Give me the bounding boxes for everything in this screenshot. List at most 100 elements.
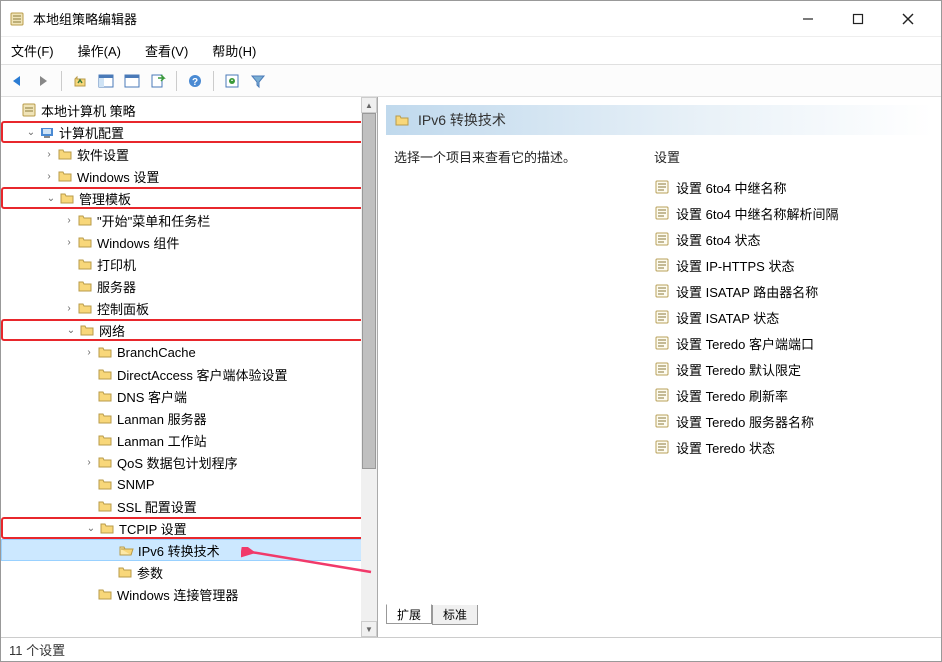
chevron-down-icon[interactable] [5,102,21,118]
folder-icon [97,410,113,426]
tree-label: 控制面板 [97,299,149,318]
policy-setting-icon [654,205,670,221]
menu-file[interactable]: 文件(F) [5,39,60,62]
tree-control-panel[interactable]: › 控制面板 [1,297,377,319]
tree-directaccess[interactable]: DirectAccess 客户端体验设置 [1,363,377,385]
chevron-right-icon[interactable]: › [81,344,97,360]
tree-params[interactable]: 参数 [1,561,377,583]
tab-standard[interactable]: 标准 [432,605,478,625]
setting-item-label: 设置 6to4 中继名称解析间隔 [676,204,839,223]
setting-item[interactable]: 设置 6to4 状态 [654,226,925,252]
setting-item[interactable]: 设置 Teredo 默认限定 [654,356,925,382]
tree-scrollbar[interactable]: ▲ ▼ [361,97,377,637]
tree-windows-components[interactable]: › Windows 组件 [1,231,377,253]
policy-setting-icon [654,413,670,429]
folder-icon [77,256,93,272]
properties-button[interactable] [120,69,144,93]
tree-ipv6-transition[interactable]: IPv6 转换技术 [1,539,377,561]
tree-ssl[interactable]: SSL 配置设置 [1,495,377,517]
tree-branchcache[interactable]: › BranchCache [1,341,377,363]
chevron-right-icon[interactable]: › [61,300,77,316]
chevron-down-icon[interactable]: ⌄ [43,190,59,206]
policy-setting-icon [654,335,670,351]
back-button[interactable] [5,69,29,93]
filter-button[interactable] [246,69,270,93]
tree-label: 服务器 [97,277,136,296]
setting-item-label: 设置 IP-HTTPS 状态 [676,256,794,275]
export-list-button[interactable] [146,69,170,93]
tree-start-menu[interactable]: › "开始"菜单和任务栏 [1,209,377,231]
tree-label: DirectAccess 客户端体验设置 [117,365,287,384]
setting-item[interactable]: 设置 6to4 中继名称解析间隔 [654,200,925,226]
chevron-right-icon[interactable]: › [81,454,97,470]
tree-label: Lanman 服务器 [117,409,207,428]
folder-icon [97,586,113,602]
help-button[interactable]: ? [183,69,207,93]
chevron-down-icon[interactable]: ⌄ [23,124,39,140]
chevron-right-icon[interactable]: › [41,168,57,184]
menu-help[interactable]: 帮助(H) [206,39,262,62]
chevron-down-icon[interactable]: ⌄ [63,322,79,338]
setting-item-label: 设置 ISATAP 路由器名称 [676,282,818,301]
folder-icon [97,476,113,492]
tree-dns-client[interactable]: DNS 客户端 [1,385,377,407]
setting-item[interactable]: 设置 ISATAP 状态 [654,304,925,330]
setting-item[interactable]: 设置 6to4 中继名称 [654,174,925,200]
chevron-right-icon[interactable]: › [61,234,77,250]
chevron-down-icon[interactable]: ⌄ [83,520,99,536]
forward-button[interactable] [31,69,55,93]
chevron-right-icon[interactable]: › [61,212,77,228]
tree-network[interactable]: ⌄ 网络 [1,319,377,341]
minimize-button[interactable] [783,4,833,34]
maximize-button[interactable] [833,4,883,34]
tree-lanman-server[interactable]: Lanman 服务器 [1,407,377,429]
tree-windows-settings[interactable]: › Windows 设置 [1,165,377,187]
folder-open-icon [118,542,134,558]
setting-item[interactable]: 设置 ISATAP 路由器名称 [654,278,925,304]
tree-label: Windows 设置 [77,167,159,186]
titlebar: 本地组策略编辑器 [1,1,941,37]
scroll-thumb[interactable] [362,113,376,469]
tree-label: 打印机 [97,255,136,274]
close-button[interactable] [883,4,933,34]
tree-admin-templates[interactable]: ⌄ 管理模板 [1,187,377,209]
chevron-right-icon[interactable]: › [41,146,57,162]
tab-extended[interactable]: 扩展 [386,604,432,624]
scroll-down-button[interactable]: ▼ [361,621,377,637]
description-text: 选择一个项目来查看它的描述。 [394,150,576,165]
tree-panel[interactable]: 本地计算机 策略 ⌄ 计算机配置 › 软件设置 › Windows 设置 ⌄ 管… [1,97,378,637]
tree-label: Windows 组件 [97,233,179,252]
tree-printer[interactable]: 打印机 [1,253,377,275]
tree-snmp[interactable]: SNMP [1,473,377,495]
setting-item[interactable]: 设置 Teredo 状态 [654,434,925,460]
setting-item[interactable]: 设置 IP-HTTPS 状态 [654,252,925,278]
policysettings-button[interactable] [220,69,244,93]
folder-icon [117,564,133,580]
tree-server[interactable]: 服务器 [1,275,377,297]
setting-item[interactable]: 设置 Teredo 服务器名称 [654,408,925,434]
menu-view[interactable]: 查看(V) [139,39,194,62]
tree-root[interactable]: 本地计算机 策略 [1,99,377,121]
content-area: 本地计算机 策略 ⌄ 计算机配置 › 软件设置 › Windows 设置 ⌄ 管… [1,97,941,637]
up-level-button[interactable] [68,69,92,93]
policy-setting-icon [654,439,670,455]
show-hide-tree-button[interactable] [94,69,118,93]
tree-computer-config[interactable]: ⌄ 计算机配置 [1,121,377,143]
tree-wcm[interactable]: Windows 连接管理器 [1,583,377,605]
tree-label: SNMP [117,477,155,492]
detail-header: IPv6 转换技术 [386,105,933,135]
tree-qos[interactable]: › QoS 数据包计划程序 [1,451,377,473]
settings-column: 设置 设置 6to4 中继名称设置 6to4 中继名称解析间隔设置 6to4 状… [654,147,925,597]
policy-setting-icon [654,309,670,325]
tree-lanman-workstation[interactable]: Lanman 工作站 [1,429,377,451]
menu-action[interactable]: 操作(A) [72,39,127,62]
scroll-up-button[interactable]: ▲ [361,97,377,113]
setting-item[interactable]: 设置 Teredo 刷新率 [654,382,925,408]
tree-tcpip-settings[interactable]: ⌄ TCPIP 设置 [1,517,377,539]
folder-icon [97,454,113,470]
tree-label: SSL 配置设置 [117,497,197,516]
setting-item[interactable]: 设置 Teredo 客户端端口 [654,330,925,356]
tree-software-settings[interactable]: › 软件设置 [1,143,377,165]
folder-icon [97,498,113,514]
folder-icon [97,388,113,404]
